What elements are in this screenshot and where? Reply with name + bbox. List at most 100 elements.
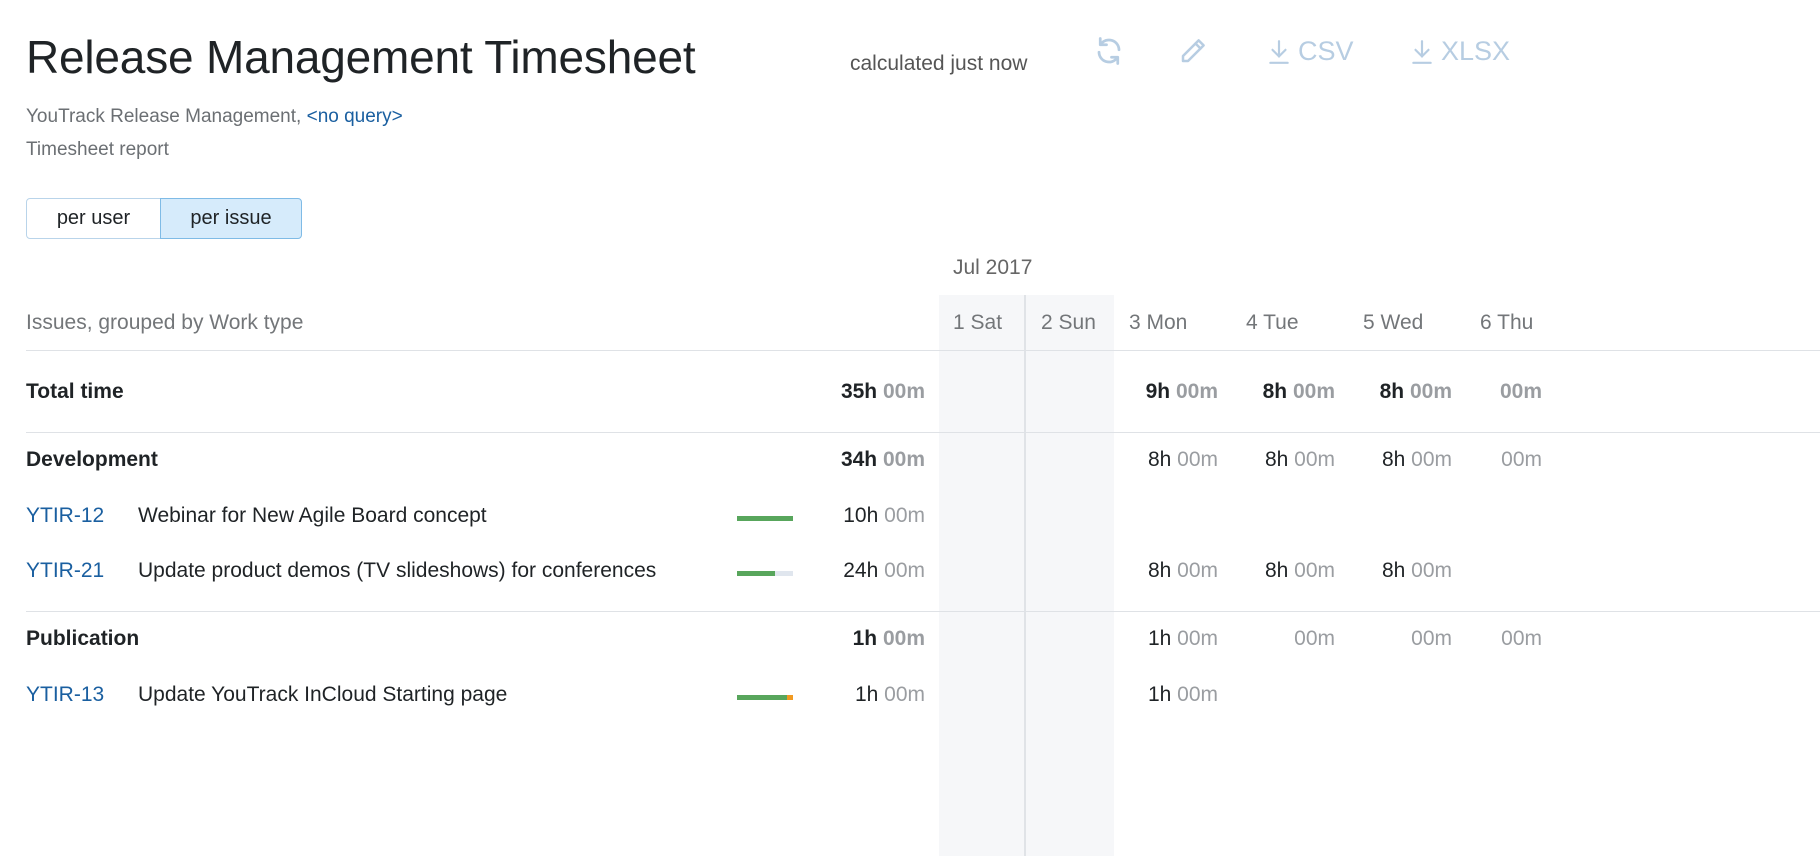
- minutes: 00m: [884, 504, 925, 527]
- refresh-button[interactable]: [1094, 36, 1124, 66]
- issue-progress-bar: [737, 516, 793, 521]
- row-divider: [26, 432, 1820, 433]
- minutes: 00m: [882, 448, 925, 471]
- csv-label: CSV: [1298, 36, 1354, 66]
- per-issue-button[interactable]: per issue: [160, 198, 302, 239]
- hours: 8h: [1147, 559, 1172, 582]
- minutes: 00m: [1292, 380, 1335, 403]
- day-header: 3 Mon: [1129, 311, 1188, 334]
- hours: 8h: [1381, 559, 1406, 582]
- header-divider: [26, 350, 1820, 351]
- minutes: 00m: [882, 380, 925, 403]
- hours: 1h: [852, 627, 878, 650]
- issue-sum-cell: 10h 00m: [813, 504, 925, 528]
- issue-sum-cell: 24h 00m: [813, 559, 925, 583]
- month-label: Jul 2017: [953, 256, 1033, 279]
- row-divider: [26, 611, 1820, 612]
- hours: 10h: [843, 504, 879, 527]
- issue-day-cell: 8h 00m: [1340, 559, 1452, 583]
- hours: 8h: [1264, 448, 1289, 471]
- issue-day-cell: 8h 00m: [1223, 559, 1335, 583]
- group-day-cell: 8h 00m: [1223, 448, 1335, 472]
- page-title: Release Management Timesheet: [26, 31, 696, 83]
- group-day-cell: 1h 00m: [1106, 627, 1218, 651]
- pencil-icon: [1181, 39, 1205, 63]
- issue-summary: Update YouTrack InCloud Starting page: [138, 683, 508, 706]
- hours: 1h: [1147, 627, 1172, 650]
- group-sum: 34h 00m: [813, 448, 925, 472]
- issue-link[interactable]: YTIR-12: [26, 504, 104, 528]
- minutes: 00m: [1175, 380, 1218, 403]
- group-label: Development: [26, 448, 158, 471]
- export-csv-button[interactable]: CSV: [1268, 36, 1354, 67]
- hours: 8h: [1264, 559, 1289, 582]
- total-day-cell: 00m: [1430, 380, 1542, 404]
- query-link[interactable]: <no query>: [307, 106, 403, 127]
- group-day-cell: 00m: [1430, 627, 1542, 651]
- group-day-cell: 8h 00m: [1106, 448, 1218, 472]
- total-day-cell: 8h 00m: [1223, 380, 1335, 404]
- refresh-icon: [1097, 37, 1121, 65]
- weekend-column-sat: [939, 295, 1024, 856]
- group-day-cell: 00m: [1430, 448, 1542, 472]
- group-day-cell: 00m: [1223, 627, 1335, 651]
- edit-button[interactable]: [1178, 36, 1208, 66]
- progress-fill: [737, 571, 776, 576]
- day-header: 4 Tue: [1246, 311, 1299, 334]
- group-header: Issues, grouped by Work type: [26, 311, 304, 334]
- issue-progress-bar: [737, 571, 793, 576]
- hours: 1h: [1147, 683, 1172, 706]
- grouping-toggle: per user per issue: [26, 198, 302, 239]
- xlsx-label: XLSX: [1441, 36, 1511, 66]
- minutes: 00m: [882, 627, 925, 650]
- hours: 35h: [840, 380, 878, 403]
- issue-link[interactable]: YTIR-21: [26, 559, 104, 583]
- minutes: 00m: [1411, 559, 1452, 582]
- total-day-cell: 9h 00m: [1106, 380, 1218, 404]
- project-name: YouTrack Release Management,: [26, 106, 302, 127]
- per-user-button[interactable]: per user: [26, 198, 161, 239]
- total-sum: 35h 00m: [813, 380, 925, 404]
- progress-fill: [737, 695, 788, 700]
- hours: 1h: [854, 683, 879, 706]
- hours: 8h: [1262, 380, 1288, 403]
- hours: 8h: [1379, 380, 1405, 403]
- issue-day-cell: 8h 00m: [1106, 559, 1218, 583]
- group-sum: 1h 00m: [813, 627, 925, 651]
- day-header: 5 Wed: [1363, 311, 1424, 334]
- group-label: Publication: [26, 627, 140, 650]
- day-header: 6 Thu: [1480, 311, 1534, 334]
- week-divider: [1024, 295, 1026, 856]
- issue-progress-bar: [737, 695, 793, 700]
- issue-summary: Webinar for New Agile Board concept: [138, 504, 487, 527]
- hours: 24h: [843, 559, 879, 582]
- hours: 34h: [840, 448, 878, 471]
- hours: 9h: [1145, 380, 1171, 403]
- total-time-label: Total time: [26, 380, 124, 403]
- day-header: 1 Sat: [953, 311, 1003, 334]
- issue-link[interactable]: YTIR-13: [26, 683, 104, 707]
- download-icon: [1412, 39, 1432, 64]
- weekend-column-sun: [1026, 295, 1114, 856]
- export-xlsx-button[interactable]: XLSX: [1411, 36, 1510, 67]
- download-icon: [1269, 39, 1289, 64]
- minutes: 00m: [1177, 683, 1218, 706]
- day-header: 2 Sun: [1041, 311, 1096, 334]
- minutes: 00m: [1177, 627, 1218, 650]
- minutes: 00m: [1294, 448, 1335, 471]
- minutes: 00m: [1177, 559, 1218, 582]
- hours: 8h: [1381, 448, 1406, 471]
- calculated-status: calculated just now: [850, 52, 1028, 75]
- hours: 8h: [1147, 448, 1172, 471]
- report-type: Timesheet report: [26, 139, 169, 160]
- minutes: 00m: [1499, 380, 1542, 403]
- minutes: 00m: [1177, 448, 1218, 471]
- minutes: 00m: [1294, 627, 1335, 650]
- progress-fill: [737, 516, 793, 521]
- minutes: 00m: [1501, 627, 1542, 650]
- overrun-fill: [787, 695, 793, 700]
- issue-sum-cell: 1h 00m: [813, 683, 925, 707]
- minutes: 00m: [884, 559, 925, 582]
- minutes: 00m: [1294, 559, 1335, 582]
- issue-summary: Update product demos (TV slideshows) for…: [138, 559, 657, 582]
